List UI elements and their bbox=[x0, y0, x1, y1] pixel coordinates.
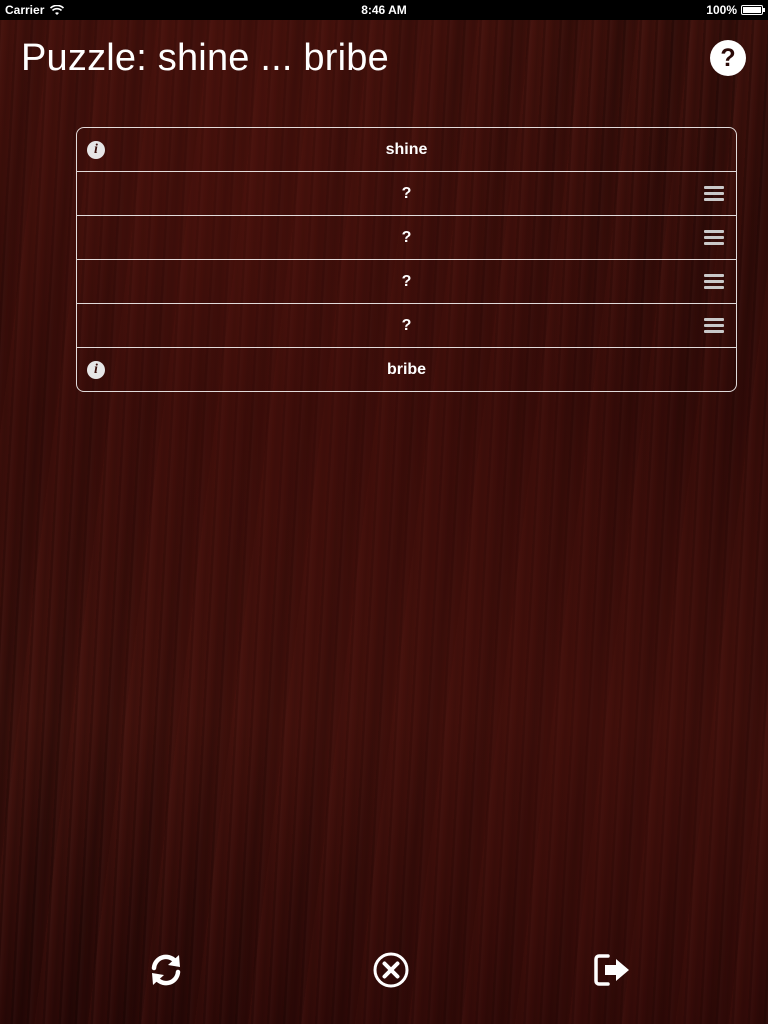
reorder-handle-icon[interactable] bbox=[704, 318, 724, 334]
word-row[interactable]: ? bbox=[77, 260, 736, 304]
clear-button[interactable] bbox=[371, 950, 411, 990]
word-label: ? bbox=[401, 316, 412, 334]
status-right: 100% bbox=[706, 3, 765, 17]
word-row[interactable]: ? bbox=[77, 172, 736, 216]
exit-icon bbox=[594, 954, 629, 986]
reorder-handle-icon[interactable] bbox=[704, 230, 724, 246]
word-ladder-table: i shine ? ? ? ? i bribe bbox=[76, 127, 737, 392]
reorder-handle-icon[interactable] bbox=[704, 186, 724, 202]
word-label: shine bbox=[385, 140, 428, 158]
word-row-end[interactable]: i bribe bbox=[77, 348, 736, 391]
word-label: bribe bbox=[386, 360, 427, 378]
reorder-handle-icon[interactable] bbox=[704, 274, 724, 290]
word-label: ? bbox=[401, 228, 412, 246]
help-button[interactable]: ? bbox=[710, 40, 746, 76]
exit-button[interactable] bbox=[592, 950, 632, 990]
battery-percent: 100% bbox=[706, 3, 737, 17]
clear-icon bbox=[373, 952, 409, 988]
refresh-icon bbox=[151, 954, 181, 986]
status-bar: Carrier 8:46 AM 100% bbox=[0, 0, 768, 20]
word-row[interactable]: ? bbox=[77, 304, 736, 348]
status-time: 8:46 AM bbox=[361, 3, 407, 17]
battery-icon bbox=[741, 5, 765, 15]
word-label: ? bbox=[401, 272, 412, 290]
word-label: ? bbox=[401, 184, 412, 202]
word-row[interactable]: ? bbox=[77, 216, 736, 260]
page-title: Puzzle: shine ... bribe bbox=[21, 37, 389, 79]
refresh-button[interactable] bbox=[146, 950, 186, 990]
word-row-start[interactable]: i shine bbox=[77, 128, 736, 172]
